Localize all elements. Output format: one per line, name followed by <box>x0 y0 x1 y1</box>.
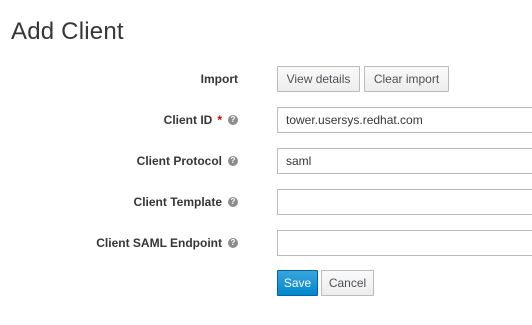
client-protocol-select[interactable]: saml <box>277 148 532 174</box>
import-label: Import <box>200 72 238 86</box>
client-saml-endpoint-label: Client SAML Endpoint ? <box>96 236 238 250</box>
help-icon[interactable]: ? <box>228 238 238 248</box>
save-button[interactable]: Save <box>277 270 318 296</box>
client-protocol-label: Client Protocol ? <box>137 154 238 168</box>
help-icon[interactable]: ? <box>228 115 238 125</box>
help-icon[interactable]: ? <box>228 156 238 166</box>
client-saml-endpoint-input[interactable] <box>277 230 532 256</box>
client-id-input[interactable]: tower.usersys.redhat.com <box>277 107 532 133</box>
view-details-button[interactable]: View details <box>277 66 360 92</box>
clear-import-button[interactable]: Clear import <box>364 66 449 92</box>
required-marker: * <box>217 113 222 127</box>
client-template-label: Client Template ? <box>134 195 238 209</box>
page-title: Add Client <box>11 18 124 45</box>
help-icon[interactable]: ? <box>228 197 238 207</box>
cancel-button[interactable]: Cancel <box>321 270 374 296</box>
client-id-label: Client ID * ? <box>164 113 238 127</box>
client-template-select[interactable] <box>277 189 532 215</box>
